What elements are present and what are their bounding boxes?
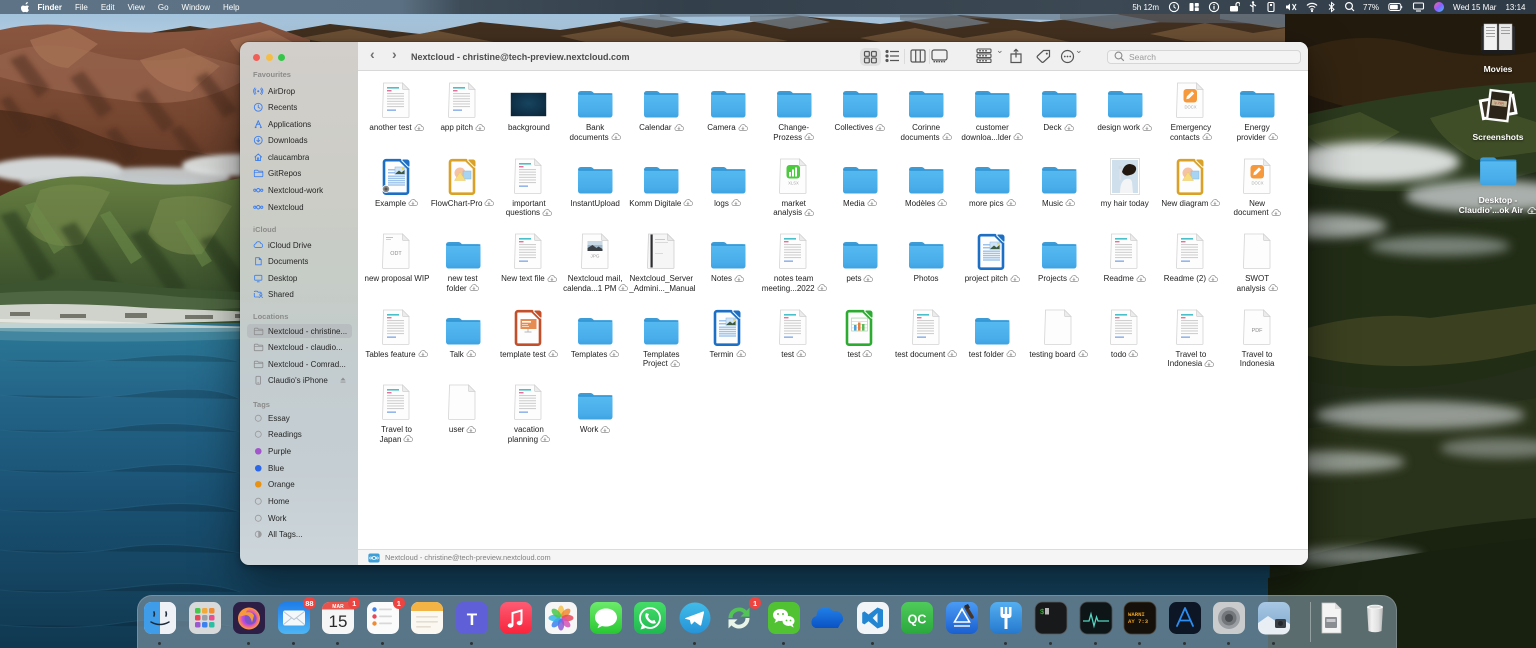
svg-text:PDF: PDF (1251, 328, 1262, 334)
svg-text:JPG: JPG (590, 254, 599, 259)
svg-text:T: T (467, 610, 478, 629)
svg-text:WARNI: WARNI (1128, 611, 1145, 618)
svg-text:ODT: ODT (390, 251, 402, 257)
svg-text:$: $ (1040, 609, 1044, 617)
svg-text:AY 7:3: AY 7:3 (1128, 618, 1149, 625)
svg-text:DOCX: DOCX (1185, 105, 1197, 110)
svg-text:MAR: MAR (332, 604, 344, 610)
svg-text:15: 15 (329, 612, 348, 631)
svg-text:QC: QC (908, 613, 927, 627)
svg-text:DOCX: DOCX (1251, 180, 1263, 185)
svg-text:XLSX: XLSX (788, 180, 799, 185)
